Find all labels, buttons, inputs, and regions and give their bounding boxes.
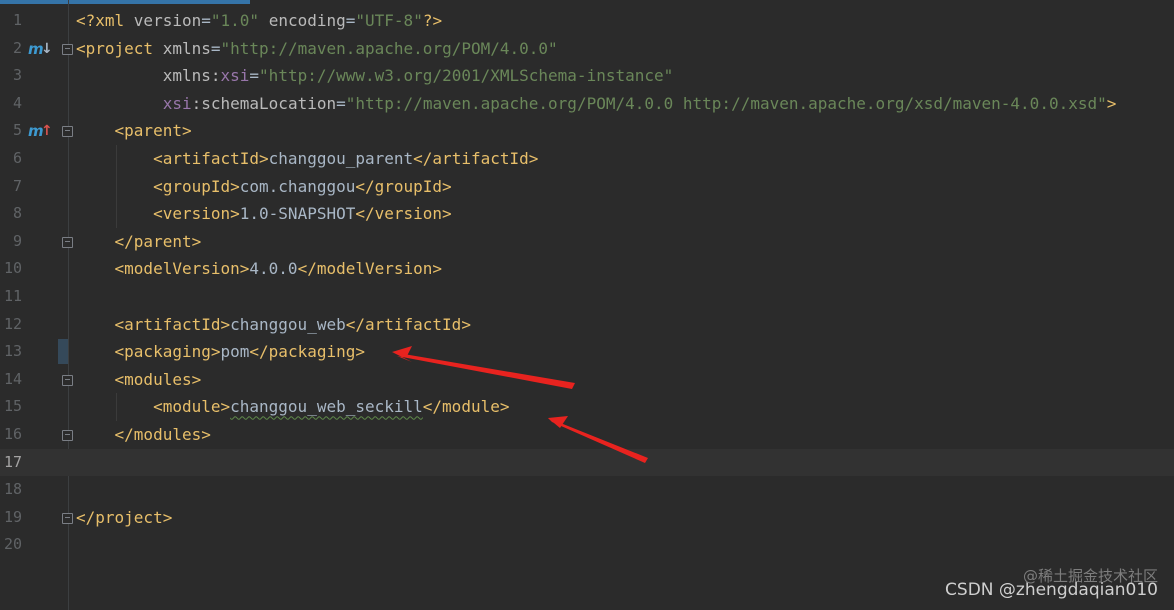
red-arrow-2 — [548, 418, 648, 463]
watermark-ghost: @稀土掘金技术社区 — [1022, 567, 1158, 585]
code-editor[interactable]: 1 <?xml version="1.0" encoding="UTF-8"?> 2… — [0, 0, 1174, 610]
red-arrow-1 — [392, 352, 575, 389]
watermark: @稀土掘金技术社区 CSDN @zhengdaqian010 — [945, 567, 1158, 600]
red-arrow-1-head — [392, 346, 412, 356]
annotation-overlay — [392, 346, 648, 463]
